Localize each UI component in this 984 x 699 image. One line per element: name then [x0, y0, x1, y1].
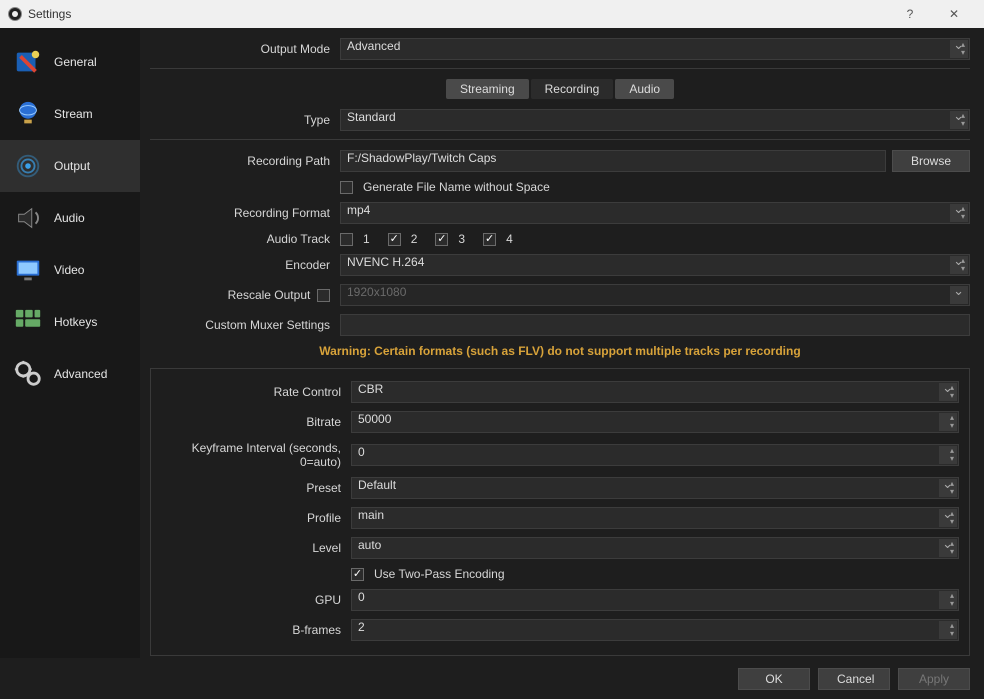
hotkeys-icon: [12, 306, 44, 338]
audio-track-2-checkbox[interactable]: [388, 233, 401, 246]
profile-select[interactable]: main▴▾: [351, 507, 959, 529]
tab-recording[interactable]: Recording: [531, 79, 614, 99]
muxer-input[interactable]: [340, 314, 970, 336]
preset-label: Preset: [161, 481, 351, 495]
advanced-icon: [12, 358, 44, 390]
output-icon: [12, 150, 44, 182]
audio-track-3-checkbox[interactable]: [435, 233, 448, 246]
sidebar-item-output[interactable]: Output: [0, 140, 140, 192]
cancel-button[interactable]: Cancel: [818, 668, 890, 690]
bitrate-label: Bitrate: [161, 415, 351, 429]
sidebar-label: Advanced: [54, 367, 107, 381]
sidebar-label: Stream: [54, 107, 93, 121]
keyframe-label: Keyframe Interval (seconds, 0=auto): [161, 441, 351, 469]
sidebar-label: Hotkeys: [54, 315, 97, 329]
bframes-input[interactable]: 2▴▾: [351, 619, 959, 641]
stream-icon: [12, 98, 44, 130]
preset-select[interactable]: Default▴▾: [351, 477, 959, 499]
sidebar-label: Video: [54, 263, 84, 277]
gen-filename-label: Generate File Name without Space: [363, 180, 550, 194]
type-label: Type: [150, 113, 340, 127]
encoder-settings-panel: Rate Control CBR▴▾ Bitrate 50000▴▾ Keyfr…: [150, 368, 970, 656]
separator: [150, 68, 970, 69]
dialog-footer: OK Cancel Apply: [0, 658, 984, 699]
output-mode-label: Output Mode: [150, 42, 340, 56]
gpu-input[interactable]: 0▴▾: [351, 589, 959, 611]
sidebar-item-general[interactable]: General: [0, 36, 140, 88]
muxer-label: Custom Muxer Settings: [150, 318, 340, 332]
sidebar-label: Output: [54, 159, 90, 173]
audio-track-1-checkbox[interactable]: [340, 233, 353, 246]
audio-icon: [12, 202, 44, 234]
output-mode-select[interactable]: Advanced▴▾: [340, 38, 970, 60]
encoder-select[interactable]: NVENC H.264▴▾: [340, 254, 970, 276]
sidebar-label: General: [54, 55, 97, 69]
two-pass-checkbox[interactable]: [351, 568, 364, 581]
recording-path-input[interactable]: F:/ShadowPlay/Twitch Caps: [340, 150, 886, 172]
ok-button[interactable]: OK: [738, 668, 810, 690]
sidebar-item-audio[interactable]: Audio: [0, 192, 140, 244]
bitrate-input[interactable]: 50000▴▾: [351, 411, 959, 433]
rate-control-select[interactable]: CBR▴▾: [351, 381, 959, 403]
sidebar-item-stream[interactable]: Stream: [0, 88, 140, 140]
tab-audio[interactable]: Audio: [615, 79, 674, 99]
gpu-label: GPU: [161, 593, 351, 607]
browse-button[interactable]: Browse: [892, 150, 970, 172]
bframes-label: B-frames: [161, 623, 351, 637]
encoder-label: Encoder: [150, 258, 340, 272]
profile-label: Profile: [161, 511, 351, 525]
two-pass-label: Use Two-Pass Encoding: [374, 567, 505, 581]
video-icon: [12, 254, 44, 286]
audio-track-4-checkbox[interactable]: [483, 233, 496, 246]
output-tabs: Streaming Recording Audio: [150, 79, 970, 99]
recording-path-label: Recording Path: [150, 154, 340, 168]
type-select[interactable]: Standard▴▾: [340, 109, 970, 131]
apply-button[interactable]: Apply: [898, 668, 970, 690]
tab-streaming[interactable]: Streaming: [446, 79, 529, 99]
rescale-label: Rescale Output: [150, 288, 340, 302]
general-icon: [12, 46, 44, 78]
rescale-checkbox[interactable]: [317, 289, 330, 302]
rate-control-label: Rate Control: [161, 385, 351, 399]
audio-track-label: Audio Track: [150, 232, 340, 246]
help-button[interactable]: ?: [888, 7, 932, 21]
sidebar-item-hotkeys[interactable]: Hotkeys: [0, 296, 140, 348]
sidebar-item-advanced[interactable]: Advanced: [0, 348, 140, 400]
keyframe-input[interactable]: 0▴▾: [351, 444, 959, 466]
level-select[interactable]: auto▴▾: [351, 537, 959, 559]
titlebar: Settings ? ✕: [0, 0, 984, 28]
sidebar-label: Audio: [54, 211, 85, 225]
sidebar: General Stream Output Audio Video Hotkey…: [0, 28, 140, 658]
app-icon: [8, 7, 22, 21]
format-warning: Warning: Certain formats (such as FLV) d…: [150, 344, 970, 358]
level-label: Level: [161, 541, 351, 555]
recording-format-select[interactable]: mp4▴▾: [340, 202, 970, 224]
close-button[interactable]: ✕: [932, 7, 976, 21]
gen-filename-checkbox[interactable]: [340, 181, 353, 194]
rescale-select[interactable]: 1920x1080: [340, 284, 970, 306]
sidebar-item-video[interactable]: Video: [0, 244, 140, 296]
recording-format-label: Recording Format: [150, 206, 340, 220]
window-title: Settings: [28, 7, 888, 21]
separator: [150, 139, 970, 140]
settings-panel: Output Mode Advanced▴▾ Streaming Recordi…: [140, 28, 984, 658]
